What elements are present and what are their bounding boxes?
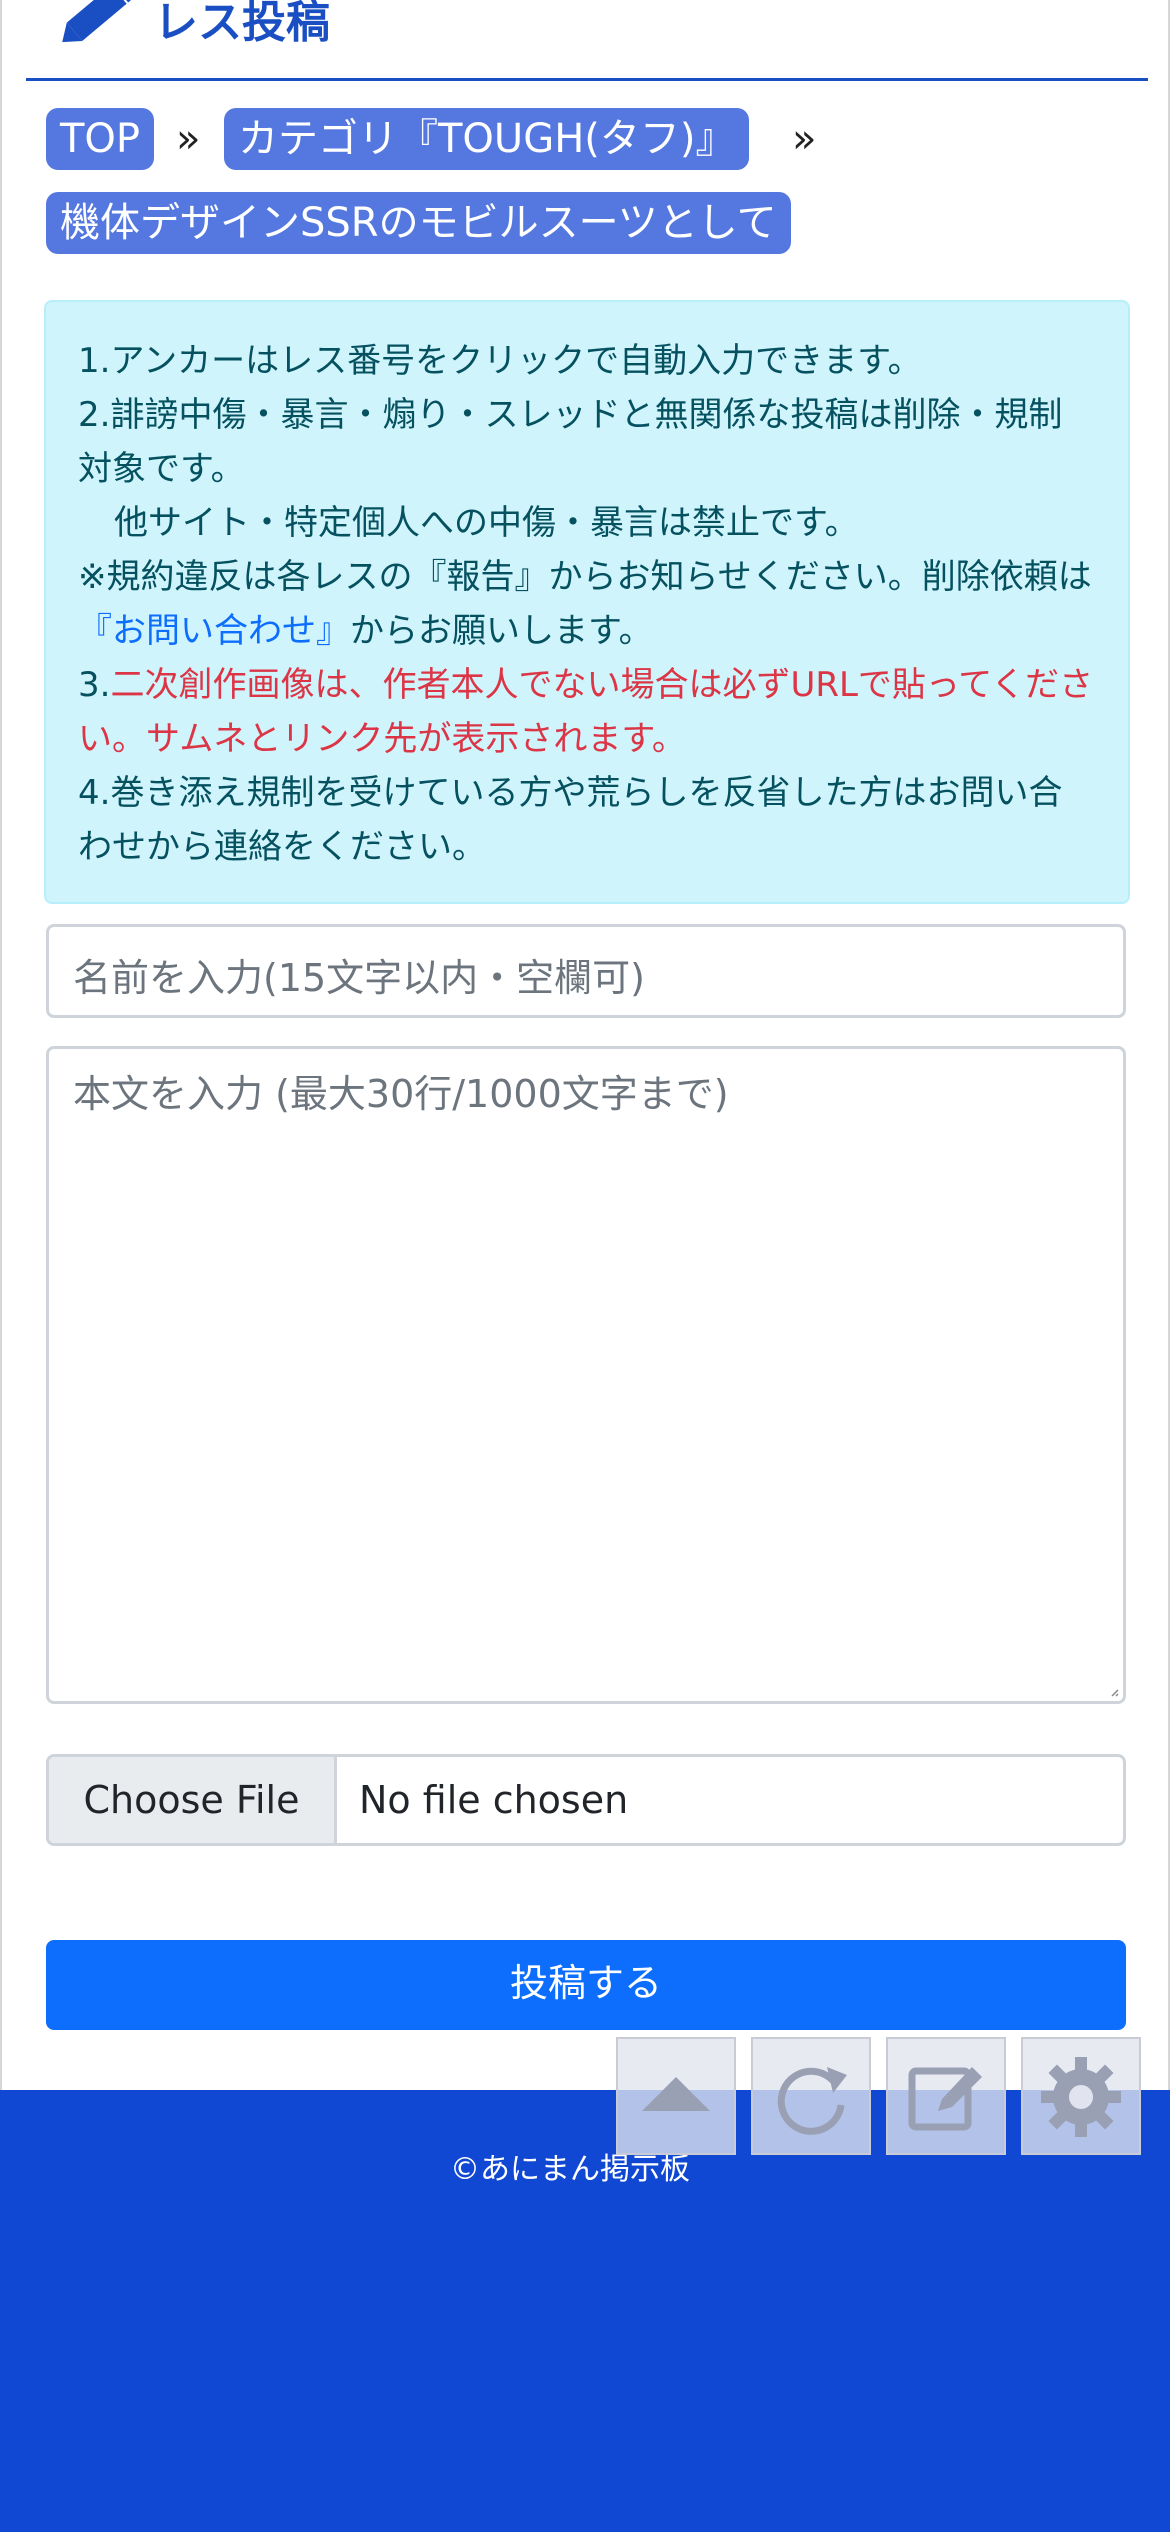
file-status: No file chosen	[359, 1778, 629, 1822]
compose-button[interactable]	[886, 2037, 1006, 2155]
breadcrumb-thread-link[interactable]: 機体デザインSSRのモビルスーツとして	[46, 192, 791, 254]
name-input[interactable]: 名前を入力(15文字以内・空欄可)	[46, 924, 1126, 1018]
rule-defamation: 他サイト・特定個人への中傷・暴言は禁止です。	[114, 503, 859, 543]
name-placeholder: 名前を入力(15文字以内・空欄可)	[73, 956, 646, 1000]
breadcrumb-separator: »	[176, 116, 201, 162]
footer: ©あにまん掲示板	[0, 2090, 1170, 2532]
rule-report: ※規約違反は各レスの『報告』からお知らせください。削除依頼は『お問い合わせ』から…	[78, 557, 1092, 651]
choose-file-button[interactable]: Choose File	[49, 1757, 337, 1843]
scroll-top-icon	[642, 2077, 710, 2111]
breadcrumb-top-link[interactable]: TOP	[46, 108, 155, 170]
breadcrumb-category-link[interactable]: カテゴリ『TOUGH(タフ)』	[224, 108, 750, 170]
reload-button[interactable]	[751, 2037, 871, 2155]
file-input[interactable]: Choose File No file chosen	[46, 1754, 1126, 1846]
rule-prohibited-posts: 2.誹謗中傷・暴言・煽り・スレッドと無関係な投稿は削除・規制対象です。	[78, 395, 1063, 489]
pencil-icon	[62, 0, 136, 43]
reload-icon	[777, 2067, 847, 2135]
page-title: レス投稿	[154, 0, 330, 48]
rule-appeal: 4.巻き添え規制を受けている方や荒らしを反省した方はお問い合わせから連絡をくださ…	[78, 773, 1063, 867]
rule-anchor: 1.アンカーはレス番号をクリックで自動入力できます。	[78, 341, 922, 381]
posting-rules-notice: 1.アンカーはレス番号をクリックで自動入力できます。 2.誹謗中傷・暴言・煽り・…	[44, 300, 1130, 904]
body-placeholder: 本文を入力 (最大30行/1000文字まで)	[73, 1072, 729, 1116]
scroll-top-button[interactable]	[616, 2037, 736, 2155]
breadcrumb-separator: »	[792, 116, 817, 162]
resize-grip-icon[interactable]	[1109, 1687, 1119, 1697]
page-header: レス投稿	[26, 0, 1148, 81]
page: レス投稿 TOP » カテゴリ『TOUGH(タフ)』 » 機体デザインSSRのモ…	[0, 0, 1170, 2090]
submit-button[interactable]: 投稿する	[46, 1940, 1126, 2030]
settings-button[interactable]	[1021, 2037, 1141, 2155]
rule-fanart-images: 3.二次創作画像は、作者本人でない場合は必ずURLで貼ってください。サムネとリン…	[78, 665, 1094, 759]
compose-icon	[908, 2067, 982, 2131]
settings-gear-icon	[1041, 2057, 1121, 2137]
contact-link[interactable]: 『お問い合わせ』	[78, 611, 350, 651]
body-textarea[interactable]: 本文を入力 (最大30行/1000文字まで)	[46, 1046, 1126, 1704]
